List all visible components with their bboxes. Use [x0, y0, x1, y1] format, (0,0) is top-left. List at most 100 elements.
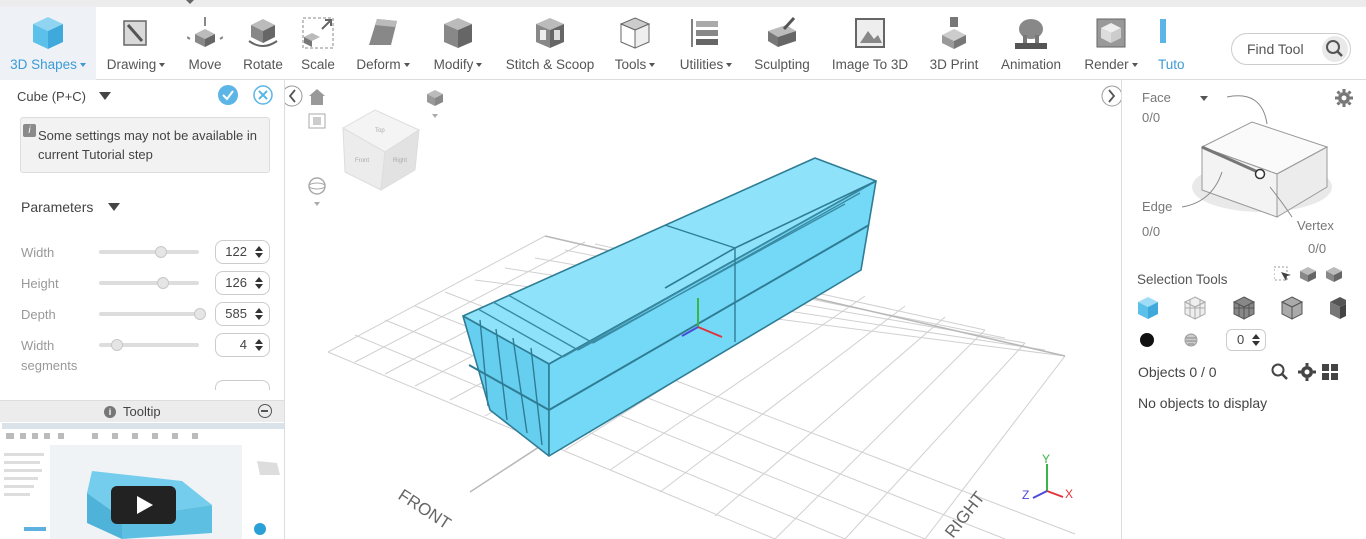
slider-knob[interactable]: [194, 308, 206, 320]
tool-scale[interactable]: Scale: [294, 7, 342, 80]
box-select-icon[interactable]: [1300, 267, 1316, 282]
tool-3d-shapes[interactable]: 3D Shapes: [0, 7, 96, 80]
tool-tutorial[interactable]: Tuto: [1154, 7, 1194, 80]
panel-title[interactable]: Cube (P+C): [17, 89, 112, 104]
tool-tools[interactable]: Tools: [608, 7, 662, 80]
param-value: 122: [225, 244, 247, 259]
tool-render[interactable]: Render: [1078, 7, 1144, 80]
param-name: Width: [21, 245, 55, 260]
tool-label: Drawing: [106, 57, 157, 72]
chevron-down-icon: [79, 63, 86, 68]
width-slider[interactable]: [99, 246, 199, 258]
tutorial-video[interactable]: [2, 423, 284, 539]
object-select-icon[interactable]: [1326, 267, 1342, 282]
tool-label: 3D Shapes: [10, 57, 77, 72]
slider-knob[interactable]: [155, 246, 167, 258]
cancel-button[interactable]: [253, 85, 273, 105]
stepper-icon[interactable]: [255, 307, 263, 321]
cube-shape[interactable]: [462, 157, 877, 457]
tool-label: Tools: [614, 57, 647, 72]
tool-move[interactable]: Move: [178, 7, 232, 80]
tool-3d-print[interactable]: 3D Print: [924, 7, 984, 80]
pointer-select-icon[interactable]: [1274, 266, 1291, 281]
tooltip-header[interactable]: i Tooltip: [0, 400, 284, 422]
tool-animation[interactable]: Animation: [994, 7, 1068, 80]
wire-cube-select-icon[interactable]: [1183, 296, 1207, 320]
right-panel: Face 0/0 Edge 0/0 Vertex 0/0 Selection T…: [1121, 80, 1366, 539]
confirm-button[interactable]: [218, 85, 238, 105]
vertex-count: 0/0: [1308, 241, 1327, 256]
frame-icon[interactable]: [308, 113, 326, 129]
tool-utilities[interactable]: Utilities: [674, 7, 738, 80]
collapse-icon[interactable]: [258, 404, 272, 418]
tool-deform[interactable]: Deform: [350, 7, 416, 80]
triangle-down-icon: [108, 203, 121, 211]
chevron-down-icon: [726, 63, 733, 68]
axis-z-label: Z: [1022, 488, 1029, 502]
axis-y-label: Y: [1042, 452, 1050, 466]
brush-pattern-icon[interactable]: [1183, 332, 1199, 348]
stepper-icon[interactable]: [255, 338, 263, 352]
tool-rotate[interactable]: Rotate: [236, 7, 290, 80]
height-slider[interactable]: [99, 277, 199, 289]
search-icon[interactable]: [1322, 36, 1348, 62]
depth-slider[interactable]: [99, 308, 206, 320]
view-cube[interactable]: Top Front Right: [341, 109, 421, 191]
grid-view-icon[interactable]: [1321, 363, 1339, 381]
3d-viewport[interactable]: FRONT RIGHT Top Front Right Y X Z: [285, 80, 1121, 539]
selection-size-input[interactable]: 0: [1226, 329, 1266, 351]
width-segments-input[interactable]: 4: [215, 333, 270, 357]
render-icon: [1096, 18, 1126, 48]
brush-size-dot-icon[interactable]: [1139, 332, 1155, 348]
slider-knob[interactable]: [157, 277, 169, 289]
param-row-width: Width 122: [21, 240, 271, 264]
param-value: 4: [239, 337, 247, 352]
left-panel: Cube (P+C) i Some settings may not be ava…: [0, 80, 285, 539]
depth-input[interactable]: 585: [215, 302, 270, 326]
width-input[interactable]: 122: [215, 240, 270, 264]
camera-view-icon[interactable]: [427, 90, 443, 118]
chevron-down-icon: [649, 63, 656, 68]
stepper-icon[interactable]: [1252, 333, 1260, 347]
home-icon[interactable]: [309, 89, 325, 105]
main-toolbar: 3D Shapes Drawing Move Rotate Scale Defo…: [0, 7, 1366, 80]
selection-options: [1274, 266, 1342, 282]
selection-mode-buttons: [1138, 296, 1346, 320]
next-param-input[interactable]: [215, 380, 270, 390]
parameters-header[interactable]: Parameters: [21, 199, 121, 215]
selection-size-value: 0: [1237, 332, 1245, 347]
tutorial-note-text: Some settings may not be available in cu…: [38, 128, 257, 162]
caret-down-icon: [186, 0, 194, 4]
stepper-icon[interactable]: [255, 245, 263, 259]
param-value: 585: [225, 306, 247, 321]
gear-icon[interactable]: [1298, 363, 1316, 381]
tool-modify[interactable]: Modify: [426, 7, 490, 80]
grid-cube-select-icon[interactable]: [1232, 296, 1256, 320]
scene-canvas[interactable]: FRONT RIGHT Top Front Right Y X Z: [285, 80, 1121, 539]
orbit-icon[interactable]: [308, 177, 326, 206]
param-row-height: Height 126: [21, 271, 271, 295]
search-icon[interactable]: [1271, 363, 1289, 381]
gear-icon[interactable]: [1335, 89, 1353, 107]
tutorial-note: i Some settings may not be available in c…: [20, 117, 270, 173]
tooltip-label: Tooltip: [123, 404, 161, 419]
solid-cube-select-icon[interactable]: [1138, 297, 1158, 319]
tool-sculpting[interactable]: Sculpting: [748, 7, 816, 80]
view-cube-top-label: Top: [375, 128, 385, 134]
height-input[interactable]: 126: [215, 271, 270, 295]
collapse-left-panel-button[interactable]: [285, 85, 303, 107]
tool-image-to-3d[interactable]: Image To 3D: [826, 7, 914, 80]
stepper-icon[interactable]: [255, 276, 263, 290]
tools-icon: [619, 17, 651, 49]
collapse-right-panel-button[interactable]: [1101, 85, 1121, 107]
find-tool-input[interactable]: Find Tool: [1231, 33, 1351, 65]
tool-label: Deform: [356, 57, 401, 72]
slider-knob[interactable]: [111, 339, 123, 351]
dark-cube-select-icon[interactable]: [1330, 297, 1346, 319]
tutorial-icon: [1160, 19, 1166, 43]
tool-label: Render: [1084, 57, 1129, 72]
width-segments-slider[interactable]: [99, 339, 199, 351]
hollow-cube-select-icon[interactable]: [1280, 296, 1304, 320]
tool-stitch-scoop[interactable]: Stitch & Scoop: [500, 7, 600, 80]
tool-drawing[interactable]: Drawing: [102, 7, 170, 80]
